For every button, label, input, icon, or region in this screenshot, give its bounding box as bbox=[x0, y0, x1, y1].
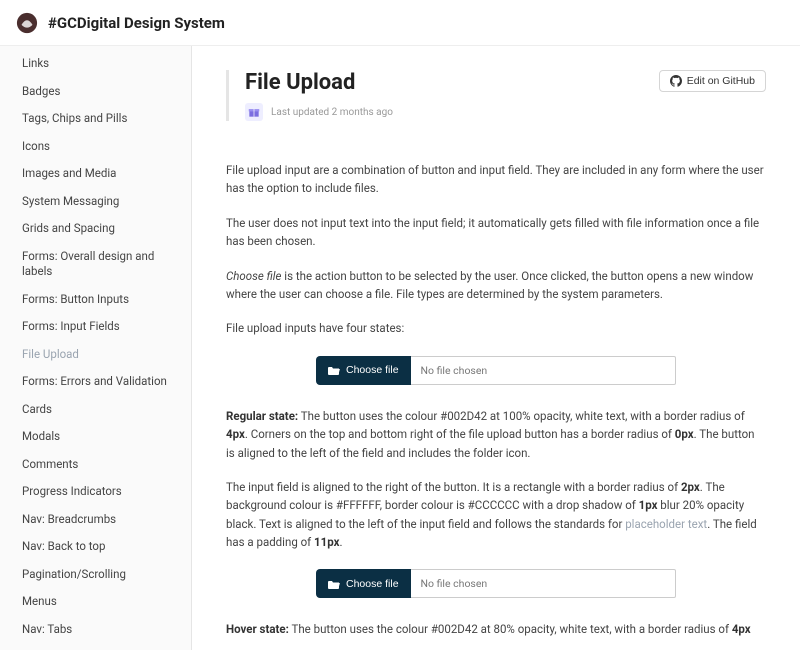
sidebar-item[interactable]: Comments bbox=[0, 451, 191, 479]
sidebar-item[interactable]: Nav: Back to top bbox=[0, 533, 191, 561]
sidebar[interactable]: LinksBadgesTags, Chips and PillsIconsIma… bbox=[0, 46, 192, 650]
paragraph: Choose file is the action button to be s… bbox=[226, 267, 766, 304]
folder-open-icon bbox=[328, 365, 340, 375]
file-upload-demo: Choose file No file chosen bbox=[316, 356, 676, 385]
intro-paragraph: File upload input are a combination of b… bbox=[226, 161, 766, 198]
sidebar-item[interactable]: Grids and Spacing bbox=[0, 215, 191, 243]
sidebar-item[interactable]: Forms: Input Fields bbox=[0, 313, 191, 341]
sidebar-item[interactable]: Drawers and Accordions bbox=[0, 643, 191, 650]
sidebar-item[interactable]: Forms: Button Inputs bbox=[0, 286, 191, 314]
choose-file-button[interactable]: Choose file bbox=[316, 569, 411, 598]
sidebar-item[interactable]: Links bbox=[0, 50, 191, 78]
edit-label: Edit on GitHub bbox=[687, 75, 755, 87]
regular-state-input-paragraph: The input field is aligned to the right … bbox=[226, 478, 766, 552]
edit-on-github-button[interactable]: Edit on GitHub bbox=[659, 70, 766, 92]
updated-text: Last updated 2 months ago bbox=[271, 107, 393, 118]
page-title: File Upload bbox=[245, 70, 659, 95]
sidebar-item[interactable]: Badges bbox=[0, 78, 191, 106]
sidebar-item[interactable]: Cards bbox=[0, 396, 191, 424]
paragraph: File upload inputs have four states: bbox=[226, 319, 766, 337]
regular-state-paragraph: Regular state: The button uses the colou… bbox=[226, 407, 766, 462]
file-name-field[interactable]: No file chosen bbox=[411, 356, 676, 385]
header-title: #GCDigital Design System bbox=[48, 14, 225, 32]
sidebar-item[interactable]: Progress Indicators bbox=[0, 478, 191, 506]
layout: LinksBadgesTags, Chips and PillsIconsIma… bbox=[0, 46, 800, 650]
logo-icon bbox=[16, 12, 38, 34]
app-header: #GCDigital Design System bbox=[0, 0, 800, 46]
file-upload-demo: Choose file No file chosen bbox=[316, 569, 676, 598]
sidebar-item[interactable]: Icons bbox=[0, 133, 191, 161]
file-name-field[interactable]: No file chosen bbox=[411, 569, 676, 598]
sidebar-item[interactable]: Pagination/Scrolling bbox=[0, 561, 191, 589]
folder-open-icon bbox=[328, 579, 340, 589]
sidebar-item[interactable]: Images and Media bbox=[0, 160, 191, 188]
sidebar-item[interactable]: Forms: Errors and Validation bbox=[0, 368, 191, 396]
hover-state-paragraph: Hover state: The button uses the colour … bbox=[226, 620, 766, 638]
sidebar-item[interactable]: Nav: Tabs bbox=[0, 616, 191, 644]
gift-icon bbox=[247, 105, 261, 119]
avatar bbox=[245, 103, 263, 121]
main-content: File Upload Last updated 2 months ago Ed… bbox=[192, 46, 800, 650]
sidebar-item[interactable]: Forms: Overall design and labels bbox=[0, 243, 191, 286]
choose-file-button[interactable]: Choose file bbox=[316, 356, 411, 385]
placeholder-text-link[interactable]: placeholder text bbox=[625, 517, 707, 531]
sidebar-item[interactable]: Menus bbox=[0, 588, 191, 616]
page-header: File Upload Last updated 2 months ago Ed… bbox=[226, 70, 766, 121]
paragraph: The user does not input text into the in… bbox=[226, 214, 766, 251]
sidebar-item[interactable]: File Upload bbox=[0, 341, 191, 369]
sidebar-item[interactable]: Tags, Chips and Pills bbox=[0, 105, 191, 133]
github-icon bbox=[670, 75, 682, 87]
page-meta: Last updated 2 months ago bbox=[245, 103, 659, 121]
sidebar-item[interactable]: Nav: Breadcrumbs bbox=[0, 506, 191, 534]
sidebar-item[interactable]: System Messaging bbox=[0, 188, 191, 216]
sidebar-item[interactable]: Modals bbox=[0, 423, 191, 451]
content-body: File upload input are a combination of b… bbox=[226, 161, 766, 639]
